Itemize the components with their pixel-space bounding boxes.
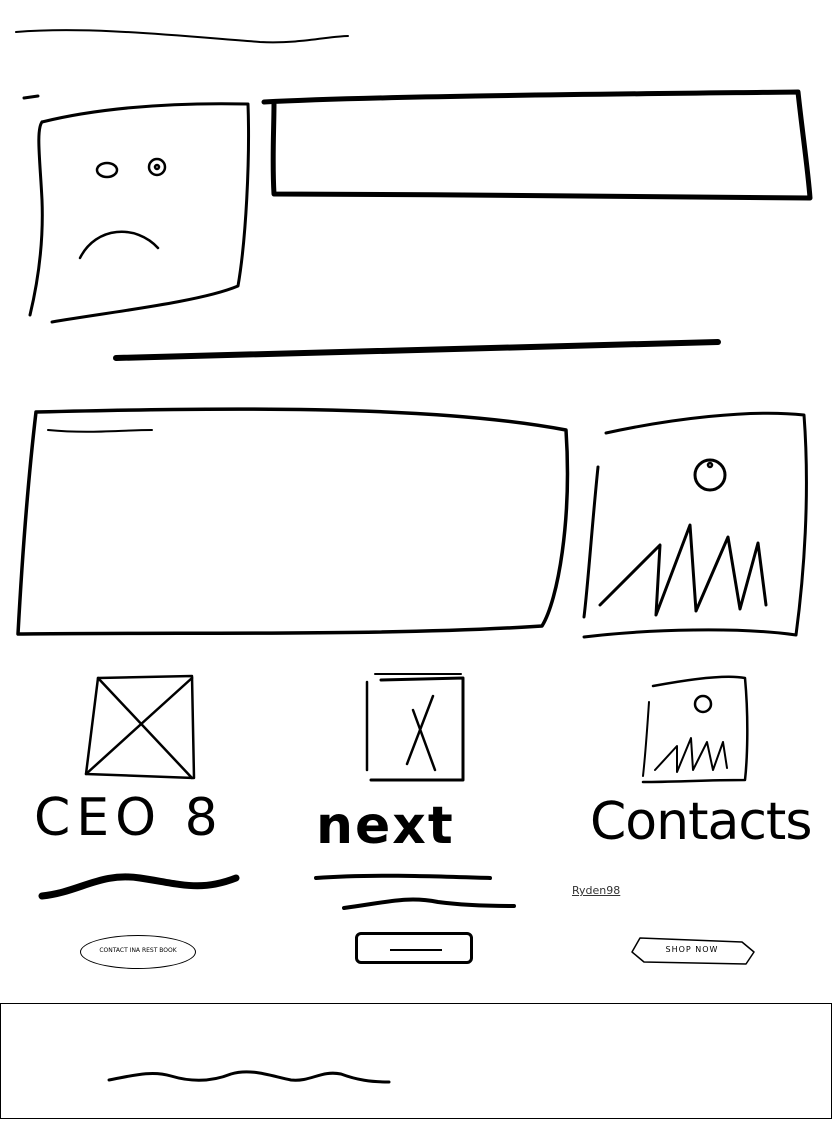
footer: [0, 1003, 832, 1119]
shop-now-button-label: SHOP NOW: [665, 945, 719, 954]
hero-divider: [113, 339, 721, 361]
sad-face-image-placeholder: [22, 94, 250, 324]
x-image-placeholder-icon: [84, 674, 196, 780]
generic-button-label-line: [390, 949, 442, 951]
column-1-text-squiggle: [38, 873, 240, 900]
column-heading-ceo: CEO 8: [34, 788, 224, 848]
hero-headline-box: [261, 89, 813, 201]
column-2-text-squiggle: [314, 873, 516, 910]
image-placeholder-icon: [641, 675, 749, 784]
shop-now-button[interactable]: SHOP NOW: [630, 934, 755, 966]
contact-button-label: CONTACT INA REST BOOK: [99, 947, 177, 954]
column-heading-next: next: [316, 796, 455, 856]
boxed-x-image-placeholder-icon: [365, 673, 465, 782]
intro-image-placeholder: [582, 411, 808, 639]
intro-text-area: [16, 407, 570, 636]
column-heading-contacts: Contacts: [590, 792, 812, 852]
footer-text-squiggle: [107, 1070, 391, 1084]
header-title-placeholder: [15, 29, 349, 44]
generic-button[interactable]: [355, 932, 473, 964]
column-3-link[interactable]: Ryden98: [572, 884, 620, 897]
contact-button[interactable]: CONTACT INA REST BOOK: [80, 935, 196, 969]
